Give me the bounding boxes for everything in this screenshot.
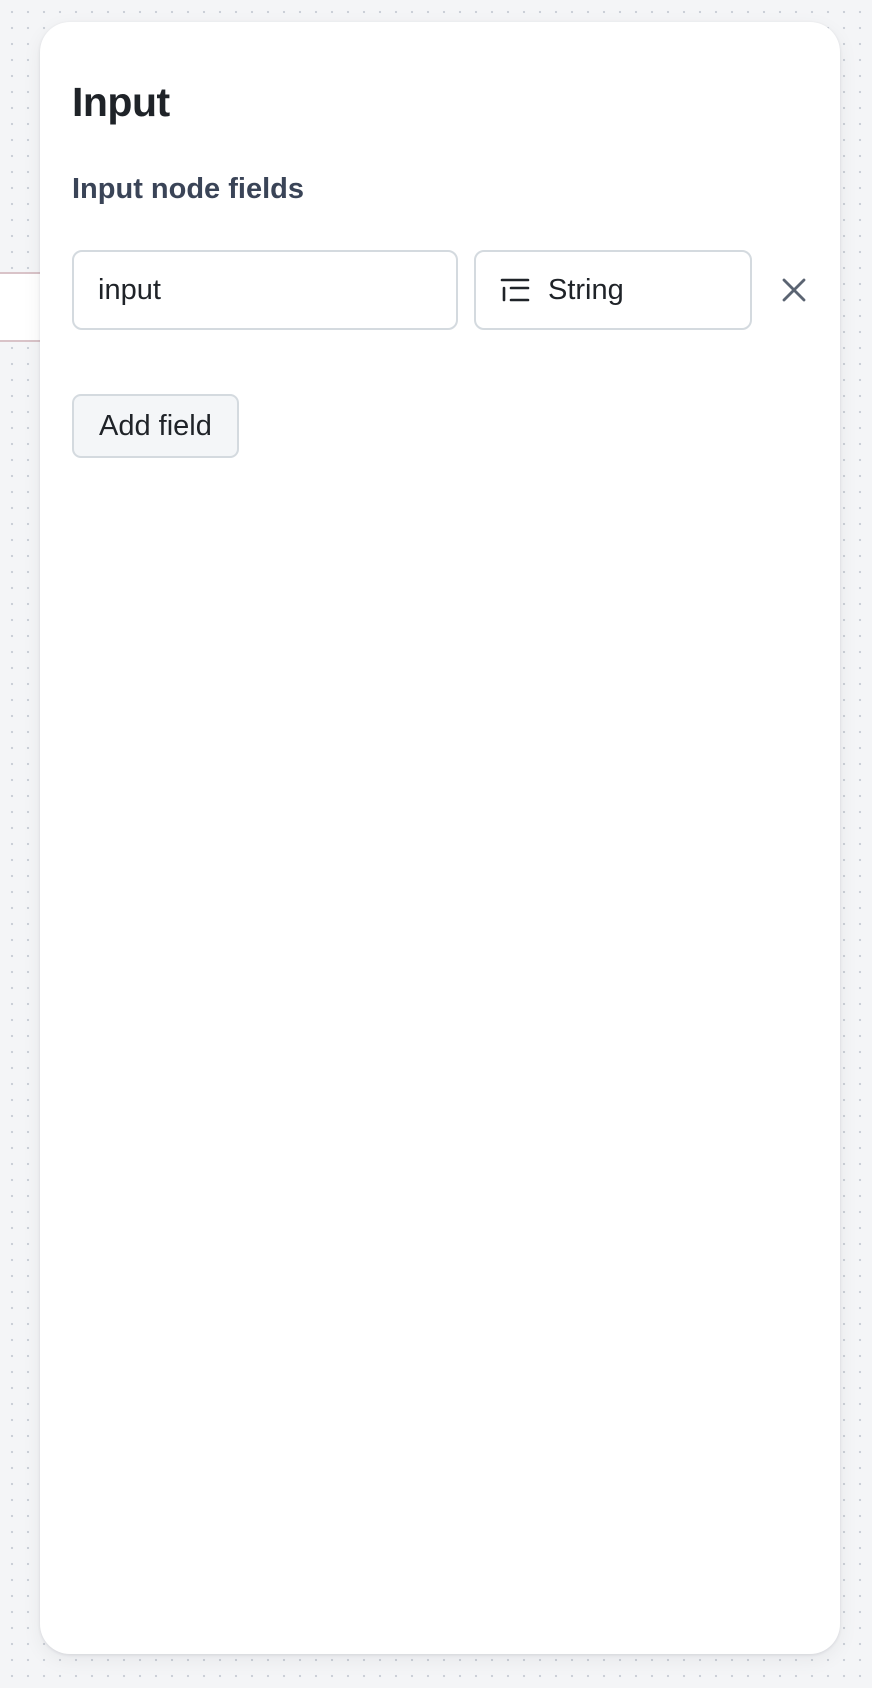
field-type-label: String: [548, 273, 624, 306]
field-name-input[interactable]: [72, 250, 458, 330]
remove-field-button[interactable]: [766, 262, 822, 318]
node-config-panel: Input Input node fields String: [40, 22, 840, 1654]
field-type-select[interactable]: String: [474, 250, 752, 330]
section-label: Input node fields: [72, 173, 304, 205]
close-icon: [781, 277, 807, 303]
field-row: String: [72, 250, 808, 330]
add-field-button[interactable]: Add field: [72, 394, 239, 458]
text-lines-icon: [500, 277, 530, 303]
panel-title: Input: [72, 79, 170, 125]
